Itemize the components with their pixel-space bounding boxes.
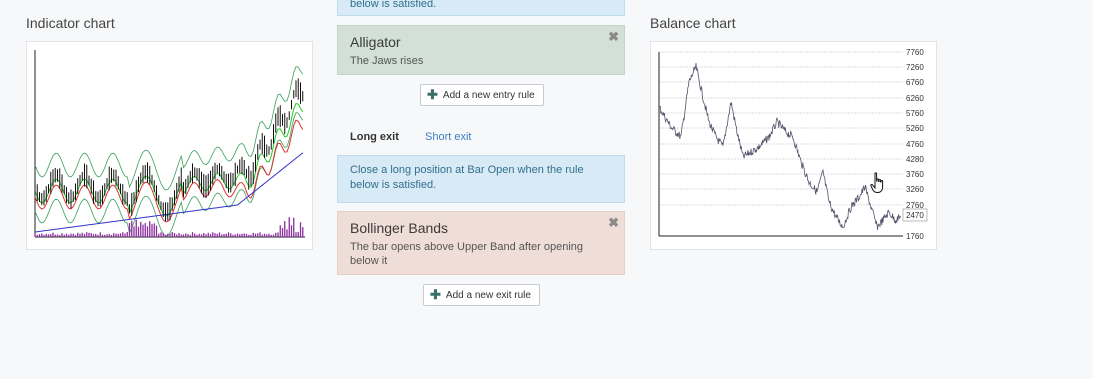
entry-slot-description: The Jaws rises [350, 55, 424, 67]
exit-slot-title: Bollinger Bands [350, 220, 449, 236]
y-tick-label: 3760 [906, 170, 924, 179]
exit-notice: Close a long position at Bar Open when t… [337, 155, 625, 203]
tab-short-exit[interactable]: Short exit [425, 131, 471, 143]
y-tick-label: 7260 [906, 63, 924, 72]
y-tick-label: 1760 [906, 232, 924, 241]
y-tick-label: 6760 [906, 78, 924, 87]
upper-band-line [34, 66, 304, 191]
add-entry-rule-label: Add a new entry rule [442, 90, 535, 101]
y-tick-label: 4280 [906, 155, 924, 164]
exit-slot[interactable]: Bollinger Bands The bar opens above Uppe… [337, 211, 625, 275]
indicator-chart-canvas [34, 50, 305, 238]
lower-band-line [34, 112, 304, 237]
balance-chart-title: Balance chart [650, 15, 736, 31]
balance-chart-canvas: 7760 7260 6760 6260 5760 5260 4760 4280 3760 3260… [658, 48, 928, 241]
balance-chart: 7760 7260 6760 6260 5760 5260 4760 4280 3760 3260… [650, 41, 937, 250]
y-tick-label: 7760 [906, 48, 924, 57]
y-tick-label: 5760 [906, 109, 924, 118]
plus-icon: ✚ [430, 287, 441, 302]
y-tick-label: 4760 [906, 140, 924, 149]
y-tick-label: 3260 [906, 185, 924, 194]
y-tick-label: 5260 [906, 124, 924, 133]
exit-slot-description: The bar opens above Upper Band after ope… [350, 241, 583, 267]
close-icon[interactable]: ✖ [608, 215, 619, 231]
y-tick-label: 6260 [906, 94, 924, 103]
tab-long-exit[interactable]: Long exit [350, 131, 399, 143]
entry-notice-text: below is satisfied. [350, 0, 437, 10]
entry-slot-title: Alligator [350, 34, 401, 50]
entry-notice: below is satisfied. [337, 0, 625, 16]
indicator-chart-title: Indicator chart [26, 15, 115, 31]
entry-slot[interactable]: Alligator The Jaws rises ✖ [337, 25, 625, 75]
hand-cursor-icon [870, 172, 884, 193]
add-exit-rule-button[interactable]: ✚ Add a new exit rule [423, 284, 540, 306]
plus-icon: ✚ [427, 87, 438, 102]
add-entry-rule-button[interactable]: ✚ Add a new entry rule [420, 84, 544, 106]
close-icon[interactable]: ✖ [608, 29, 619, 45]
current-value-label: 2470 [906, 211, 924, 220]
exit-notice-text: Close a long position at Bar Open when t… [350, 164, 584, 191]
indicator-chart [26, 41, 313, 250]
add-exit-rule-label: Add a new exit rule [445, 290, 531, 301]
